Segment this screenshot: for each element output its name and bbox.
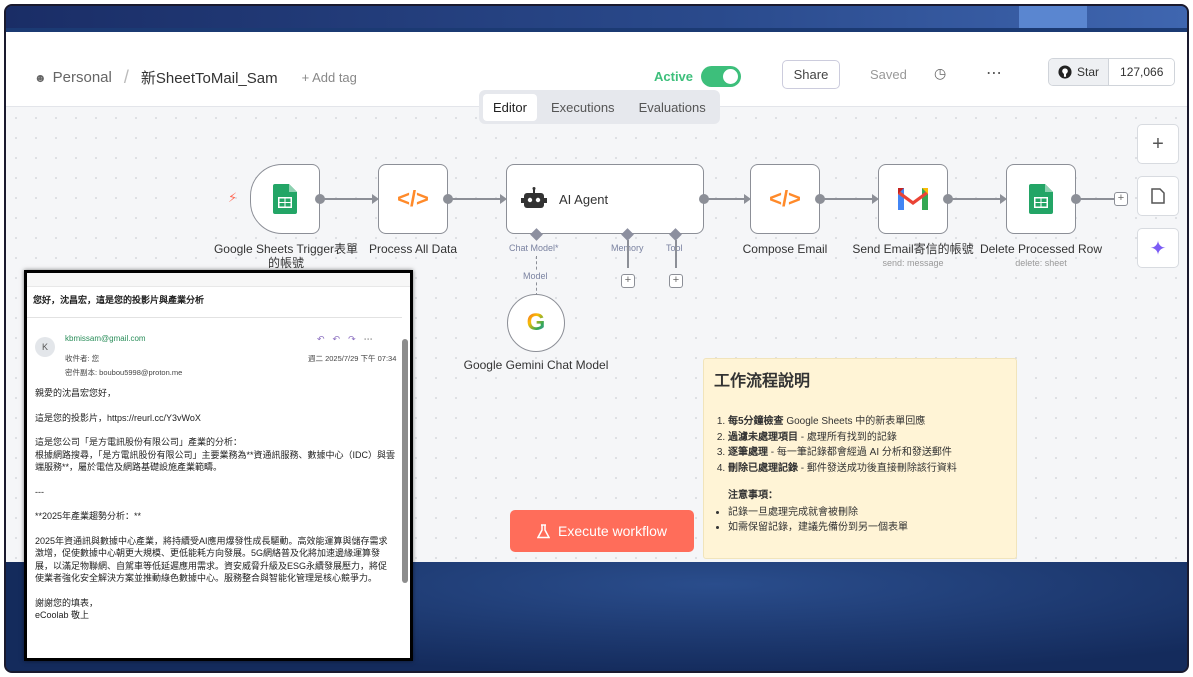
screen-frame: ☻ Personal / 新SheetToMail_Sam + Add tag … xyxy=(4,4,1189,673)
tab-editor[interactable]: Editor xyxy=(483,93,537,121)
email-from[interactable]: kbmissam@gmail.com xyxy=(65,334,146,343)
tab-evaluations[interactable]: Evaluations xyxy=(629,94,716,121)
add-next-node-button[interactable]: + xyxy=(1114,192,1128,206)
node-google-gemini[interactable]: G xyxy=(507,294,565,352)
share-button[interactable]: Share xyxy=(782,60,840,89)
execute-workflow-button[interactable]: Execute workflow xyxy=(510,510,694,552)
email-paragraph: **2025年產業趨勢分析：** xyxy=(35,511,142,521)
robot-icon xyxy=(521,187,547,208)
reply-actions-icons[interactable]: ↶↶↷⋯ xyxy=(317,334,381,345)
scrollbar[interactable] xyxy=(402,339,408,583)
person-icon: ☻ xyxy=(34,70,47,85)
email-paragraph: --- xyxy=(35,486,44,497)
github-star-label: Star xyxy=(1077,65,1100,79)
node-label-gemini: Google Gemini Chat Model xyxy=(463,358,609,372)
reply-all-icon[interactable]: ↶ xyxy=(333,334,349,344)
reply-icon[interactable]: ↶ xyxy=(317,334,333,344)
sticky-note-icon[interactable] xyxy=(1137,176,1179,216)
note-step: 逐筆處理 - 每一筆記錄都會經過 AI 分析和發送郵件 xyxy=(728,445,957,461)
note-title: 工作流程說明 xyxy=(714,373,811,390)
email-paragraph: 親愛的沈昌宏您好， xyxy=(35,388,117,398)
active-toggle-group: Active xyxy=(654,66,742,87)
note-warn-item: 如需保留記錄，建議先備份到另一個表單 xyxy=(728,520,908,535)
node-label-agent: AI Agent xyxy=(559,191,609,207)
desktop-top-strip xyxy=(6,6,1187,28)
avatar: K xyxy=(35,337,55,357)
note-warn-item: 記錄一旦處理完成就會被刪除 xyxy=(728,505,908,520)
node-send-email[interactable] xyxy=(878,164,948,234)
github-star-count: 127,066 xyxy=(1109,59,1175,85)
more-icon[interactable]: ⋯ xyxy=(364,334,381,344)
google-sheets-icon xyxy=(273,184,297,214)
note-warn-title: 注意事項： xyxy=(728,490,778,501)
email-preview-window: 您好，沈昌宏，這是您的投影片與產業分析 K kbmissam@gmail.com… xyxy=(24,270,413,661)
add-node-button[interactable]: + xyxy=(1137,124,1179,164)
chat-model-label: Chat Model* xyxy=(509,243,559,253)
trigger-bolt-icon: ⚡ xyxy=(228,190,238,205)
sticky-note[interactable]: 工作流程說明 每5分鐘檢查 Google Sheets 中的新表單回應 過濾未處… xyxy=(703,358,1017,559)
model-edge-label: Model xyxy=(523,270,548,282)
add-memory-button[interactable]: + xyxy=(621,274,635,288)
note-step: 每5分鐘檢查 Google Sheets 中的新表單回應 xyxy=(728,414,957,430)
email-bcc: 密件副本: boubou5998@proton.me xyxy=(65,368,183,377)
add-tool-button[interactable]: + xyxy=(669,274,683,288)
email-date: 週二 2025/7/29 下午 07:34 xyxy=(308,354,397,363)
github-star-button[interactable]: Star 127,066 xyxy=(1048,58,1176,86)
tab-executions[interactable]: Executions xyxy=(541,94,625,121)
google-icon: G xyxy=(526,309,546,336)
email-paragraph: 這是您公司「是方電訊股份有限公司」產業的分析： 根據網路搜尋，「是方電訊股份有限… xyxy=(35,437,396,472)
breadcrumb: ☻ Personal / 新SheetToMail_Sam + Add tag xyxy=(34,67,357,88)
node-compose-email[interactable]: </> xyxy=(750,164,820,234)
node-label-delete: Delete Processed Row xyxy=(979,242,1103,256)
add-tag-button[interactable]: + Add tag xyxy=(302,70,357,85)
node-google-sheets-trigger[interactable] xyxy=(250,164,320,234)
node-delete-processed-row[interactable] xyxy=(1006,164,1076,234)
google-sheets-icon xyxy=(1029,184,1053,214)
email-paragraph: 謝謝您的填表， eCoolab 敬上 xyxy=(35,597,99,621)
email-paragraph: 2025年資通訊與數據中心產業，將持續受AI應用爆發性成長驅動。高效能運算與儲存… xyxy=(35,535,388,584)
note-step: 過濾未處理項目 - 處理所有找到的記錄 xyxy=(728,430,957,446)
view-tabs: Editor Executions Evaluations xyxy=(479,90,720,124)
node-process-all-data[interactable]: </> xyxy=(378,164,448,234)
node-label-process: Process All Data xyxy=(368,242,458,256)
code-icon: </> xyxy=(769,186,801,211)
node-ai-agent[interactable]: AI Agent xyxy=(506,164,704,234)
github-icon xyxy=(1058,65,1072,79)
ai-assistant-icon[interactable]: ✦ xyxy=(1137,228,1179,268)
email-body: 親愛的沈昌宏您好， 這是您的投影片，https://reurl.cc/Y3vWo… xyxy=(35,387,395,634)
execute-workflow-label: Execute workflow xyxy=(558,523,667,539)
flask-icon xyxy=(537,523,551,538)
code-icon: </> xyxy=(397,186,429,211)
note-step: 刪除已處理記錄 - 郵件發送成功後直接刪除該行資料 xyxy=(728,461,957,477)
forward-icon[interactable]: ↷ xyxy=(348,334,364,344)
workflow-name[interactable]: 新SheetToMail_Sam xyxy=(141,67,278,88)
email-paragraph: 這是您的投影片，https://reurl.cc/Y3vWoX xyxy=(35,412,201,423)
email-to: 收件者: 您 xyxy=(65,354,100,363)
more-options-icon[interactable]: ⋯ xyxy=(986,63,1003,83)
note-warn-list: 記錄一旦處理完成就會被刪除 如需保留記錄，建議先備份到另一個表單 xyxy=(728,505,908,535)
node-sub-delete: delete: sheet xyxy=(1015,258,1067,268)
active-label: Active xyxy=(654,69,694,84)
saved-status: Saved xyxy=(870,67,907,82)
gmail-icon xyxy=(898,188,928,210)
active-toggle[interactable] xyxy=(701,66,742,87)
note-steps: 每5分鐘檢查 Google Sheets 中的新表單回應 過濾未處理項目 - 處… xyxy=(728,414,957,476)
history-icon[interactable]: ◷ xyxy=(934,65,946,82)
email-subject: 您好，沈昌宏，這是您的投影片與產業分析 xyxy=(33,295,205,305)
breadcrumb-personal[interactable]: Personal xyxy=(53,69,112,86)
